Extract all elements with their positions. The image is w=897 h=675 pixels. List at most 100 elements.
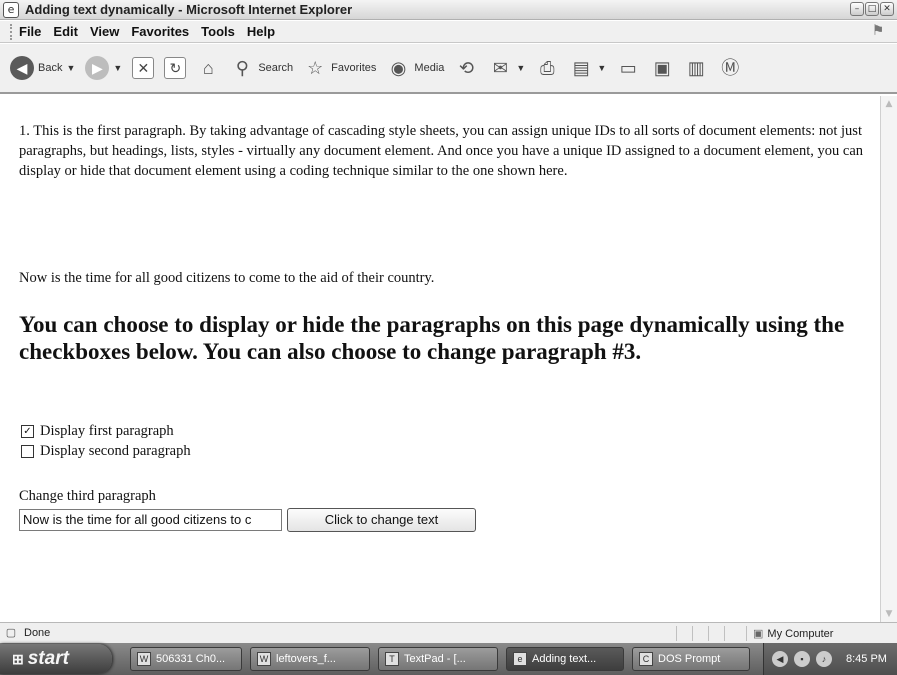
mail-button[interactable]: ✉ ▼ bbox=[488, 56, 525, 80]
edit-button[interactable]: ▤ ▼ bbox=[569, 56, 606, 80]
search-icon: ⚲ bbox=[235, 58, 249, 78]
zone-label: My Computer bbox=[767, 627, 834, 640]
change-third-label: Change third paragraph bbox=[19, 488, 156, 504]
menu-bar: File Edit View Favorites Tools Help ⚑ bbox=[0, 21, 897, 43]
checkbox-row-second[interactable]: Display second paragraph bbox=[21, 443, 191, 460]
change-text-button[interactable]: Click to change text bbox=[287, 508, 476, 532]
network-icon[interactable]: ▪ bbox=[794, 651, 810, 667]
mail-dropdown-icon[interactable]: ▼ bbox=[516, 63, 525, 73]
window-title: Adding text dynamically - Microsoft Inte… bbox=[25, 2, 353, 17]
page-heading: You can choose to display or hide the pa… bbox=[19, 312, 845, 364]
forward-dropdown-icon[interactable]: ▼ bbox=[113, 63, 122, 73]
close-button[interactable]: ✕ bbox=[880, 2, 894, 16]
display-second-label: Display second paragraph bbox=[40, 443, 191, 459]
ie-app-icon[interactable]: e bbox=[3, 1, 19, 18]
display-first-checkbox[interactable]: ✓ bbox=[21, 425, 34, 438]
computer-icon: ▣ bbox=[753, 628, 764, 640]
print-button[interactable]: ⎙ bbox=[535, 56, 559, 80]
task-label: DOS Prompt bbox=[658, 653, 721, 665]
windows-flag-icon: ⚑ bbox=[871, 23, 885, 39]
menu-file[interactable]: File bbox=[19, 24, 41, 39]
second-paragraph: Now is the time for all good citizens to… bbox=[19, 270, 435, 286]
scroll-down-icon[interactable]: ▼ bbox=[881, 606, 897, 622]
history-button[interactable]: ⟲ bbox=[454, 56, 478, 80]
search-label: Search bbox=[258, 62, 294, 74]
first-paragraph: 1. This is the first paragraph. By takin… bbox=[19, 123, 864, 179]
home-icon: ⌂ bbox=[202, 58, 214, 78]
search-button[interactable]: ⚲ Search bbox=[230, 56, 293, 80]
third-paragraph-input[interactable]: Now is the time for all good citizens to… bbox=[19, 509, 282, 531]
task-label: 506331 Ch0... bbox=[156, 653, 226, 665]
media-icon: ◉ bbox=[390, 58, 407, 78]
favorites-button[interactable]: ☆ Favorites bbox=[303, 56, 376, 80]
stop-icon: ✕ bbox=[132, 57, 155, 79]
vertical-scrollbar[interactable]: ▲ ▼ bbox=[880, 96, 897, 622]
research-button[interactable]: ▥ bbox=[684, 56, 708, 80]
menu-view[interactable]: View bbox=[90, 24, 119, 39]
scroll-up-icon[interactable]: ▲ bbox=[881, 96, 897, 112]
task-button-ie[interactable]: e Adding text... bbox=[506, 647, 624, 671]
volume-icon[interactable]: ♪ bbox=[816, 651, 832, 667]
browser-window: e Adding text dynamically - Microsoft In… bbox=[0, 0, 897, 675]
task-label: leftovers_f... bbox=[276, 653, 336, 665]
menu-edit[interactable]: Edit bbox=[53, 24, 78, 39]
media-label: Media bbox=[414, 62, 445, 74]
m-button[interactable]: Ⓜ bbox=[718, 56, 742, 80]
start-button[interactable]: ⊞ start bbox=[0, 644, 112, 674]
window-controls: – □ ✕ bbox=[850, 2, 894, 16]
security-zone: ▣ My Computer bbox=[746, 626, 833, 641]
back-dropdown-icon[interactable]: ▼ bbox=[66, 63, 75, 73]
task-button-word[interactable]: W 506331 Ch0... bbox=[130, 647, 242, 671]
discuss-button[interactable]: ▭ bbox=[616, 56, 640, 80]
home-button[interactable]: ⌂ bbox=[196, 56, 220, 80]
status-text: Done bbox=[24, 627, 51, 639]
menu-favorites[interactable]: Favorites bbox=[131, 24, 189, 39]
task-button-dos[interactable]: C DOS Prompt bbox=[632, 647, 750, 671]
word-doc-icon: W bbox=[257, 652, 271, 666]
m-icon: Ⓜ bbox=[721, 58, 740, 78]
tray-expand-icon[interactable]: ◀ bbox=[772, 651, 788, 667]
task-button-leftovers[interactable]: W leftovers_f... bbox=[250, 647, 370, 671]
history-icon: ⟲ bbox=[458, 58, 474, 78]
windows-logo-icon: ⊞ bbox=[12, 651, 24, 667]
refresh-button[interactable]: ↻ bbox=[164, 57, 187, 79]
discuss-icon: ▭ bbox=[619, 58, 637, 78]
minimize-button[interactable]: – bbox=[850, 2, 864, 16]
status-bar: ▢ Done ▣ My Computer bbox=[0, 622, 897, 643]
edit-icon: ▤ bbox=[572, 58, 590, 78]
menu-help[interactable]: Help bbox=[247, 24, 275, 39]
title-bar[interactable]: e Adding text dynamically - Microsoft In… bbox=[0, 0, 897, 20]
clock[interactable]: 8:45 PM bbox=[846, 653, 887, 665]
system-tray: ◀ ▪ ♪ 8:45 PM bbox=[763, 643, 897, 675]
messenger-icon: ▣ bbox=[653, 58, 671, 78]
maximize-button[interactable]: □ bbox=[865, 2, 879, 16]
task-button-textpad[interactable]: T TextPad - [... bbox=[378, 647, 498, 671]
media-button[interactable]: ◉ Media bbox=[386, 56, 445, 80]
research-icon: ▥ bbox=[687, 58, 705, 78]
page-content: 1. This is the first paragraph. By takin… bbox=[0, 96, 880, 622]
task-label: TextPad - [... bbox=[404, 653, 466, 665]
status-panes bbox=[676, 626, 740, 641]
menu-tools[interactable]: Tools bbox=[201, 24, 235, 39]
edit-dropdown-icon[interactable]: ▼ bbox=[597, 63, 606, 73]
mail-icon: ✉ bbox=[492, 58, 508, 78]
ie-task-icon: e bbox=[513, 652, 527, 666]
menu-grip[interactable] bbox=[10, 23, 13, 40]
stop-button[interactable]: ✕ bbox=[132, 57, 155, 79]
refresh-icon: ↻ bbox=[164, 57, 187, 79]
forward-button[interactable]: ▶ ▼ bbox=[85, 56, 122, 80]
star-icon: ☆ bbox=[307, 58, 324, 78]
back-arrow-icon: ◀ bbox=[10, 56, 34, 80]
checkbox-row-first[interactable]: ✓ Display first paragraph bbox=[21, 423, 174, 440]
printer-icon: ⎙ bbox=[540, 58, 555, 78]
page-status-icon: ▢ bbox=[5, 627, 17, 639]
task-label: Adding text... bbox=[532, 653, 597, 665]
start-label: start bbox=[27, 648, 69, 669]
messenger-button[interactable]: ▣ bbox=[650, 56, 674, 80]
display-second-checkbox[interactable] bbox=[21, 445, 34, 458]
back-label: Back bbox=[38, 62, 63, 74]
textpad-icon: T bbox=[385, 652, 399, 666]
forward-arrow-icon: ▶ bbox=[85, 56, 110, 80]
back-button[interactable]: ◀ Back ▼ bbox=[10, 56, 75, 80]
taskbar: ⊞ start W 506331 Ch0... W leftovers_f... … bbox=[0, 643, 897, 675]
